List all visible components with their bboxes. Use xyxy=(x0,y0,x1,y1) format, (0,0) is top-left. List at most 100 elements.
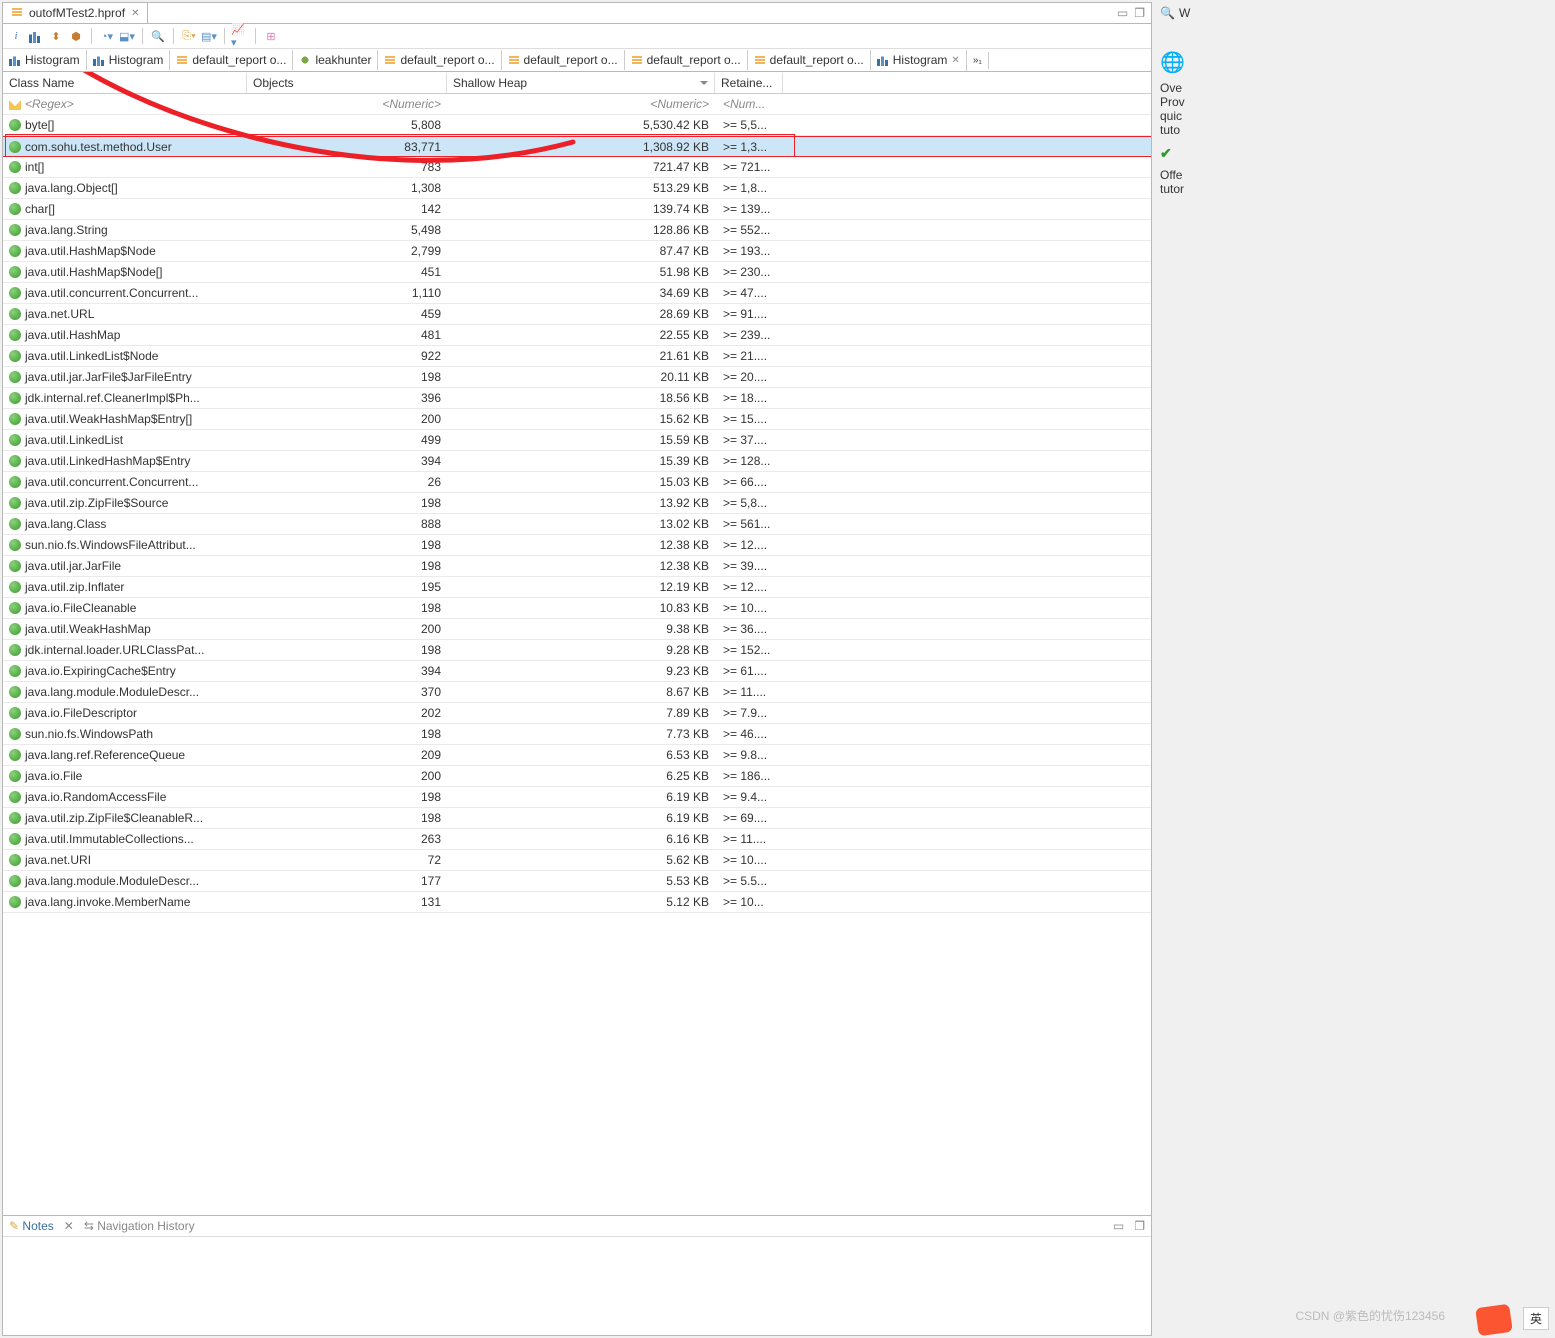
table-row[interactable]: java.io.FileDescriptor2027.89 KB>= 7.9..… xyxy=(3,703,1151,724)
objects-value: 202 xyxy=(247,704,447,722)
maximize-icon[interactable]: ❐ xyxy=(1134,6,1145,20)
grid-icon[interactable]: ⊞ xyxy=(262,27,280,45)
search-icon[interactable]: 🔍 xyxy=(149,27,167,45)
notes-body[interactable] xyxy=(3,1236,1151,1335)
copy-icon[interactable]: ⎘▾ xyxy=(180,27,198,45)
col-retained[interactable]: Retaine... xyxy=(715,73,783,93)
class-name: int[] xyxy=(25,160,44,174)
close-icon[interactable]: ✕ xyxy=(951,55,959,66)
table-row[interactable]: java.net.URI725.62 KB>= 10.... xyxy=(3,850,1151,871)
col-objects[interactable]: Objects xyxy=(247,73,447,93)
chart-icon[interactable]: 📈▾ xyxy=(231,27,249,45)
close-icon[interactable]: ✕ xyxy=(131,8,139,19)
table-row[interactable]: java.lang.Class88813.02 KB>= 561... xyxy=(3,514,1151,535)
table-row[interactable]: java.util.WeakHashMap2009.38 KB>= 36.... xyxy=(3,619,1151,640)
table-row[interactable]: java.lang.module.ModuleDescr...1775.53 K… xyxy=(3,871,1151,892)
retained-value: >= 10... xyxy=(715,893,783,911)
minimize-icon[interactable]: ▭ xyxy=(1117,6,1128,20)
table-row[interactable]: java.util.jar.JarFile$JarFileEntry19820.… xyxy=(3,367,1151,388)
globe-icon[interactable]: 🌐 xyxy=(1160,50,1185,75)
table-body[interactable]: <Regex> <Numeric> <Numeric> <Num... byte… xyxy=(3,94,1151,1215)
table-row[interactable]: byte[]5,8085,530.42 KB>= 5,5... xyxy=(3,115,1151,136)
class-name: java.util.zip.ZipFile$CleanableR... xyxy=(25,811,203,825)
ime-indicator[interactable]: 英 xyxy=(1523,1307,1549,1330)
class-name: java.lang.ref.ReferenceQueue xyxy=(25,748,185,762)
col-shallow[interactable]: Shallow Heap xyxy=(447,73,715,93)
table-row[interactable]: java.util.LinkedHashMap$Entry39415.39 KB… xyxy=(3,451,1151,472)
retained-value: >= 5,5... xyxy=(715,116,783,134)
tab-leakhunter[interactable]: leakhunter xyxy=(293,50,378,70)
class-icon xyxy=(9,141,21,153)
table-row[interactable]: java.util.HashMap$Node[]45151.98 KB>= 23… xyxy=(3,262,1151,283)
table-row[interactable]: java.util.zip.Inflater19512.19 KB>= 12..… xyxy=(3,577,1151,598)
tab-default-report-o-[interactable]: default_report o... xyxy=(378,50,501,70)
page-icon[interactable]: ▤▾ xyxy=(200,27,218,45)
class-name: java.util.LinkedList xyxy=(25,433,123,447)
table-row[interactable]: java.util.LinkedList$Node92221.61 KB>= 2… xyxy=(3,346,1151,367)
tree-icon[interactable]: ⬍ xyxy=(47,27,65,45)
table-row[interactable]: java.lang.String5,498128.86 KB>= 552... xyxy=(3,220,1151,241)
class-icon xyxy=(9,833,21,845)
tab-histogram[interactable]: Histogram xyxy=(3,50,87,70)
table-row[interactable]: java.lang.ref.ReferenceQueue2096.53 KB>=… xyxy=(3,745,1151,766)
table-row[interactable]: java.util.HashMap$Node2,79987.47 KB>= 19… xyxy=(3,241,1151,262)
retained-value: >= 20.... xyxy=(715,368,783,386)
tab-label: default_report o... xyxy=(400,53,494,67)
table-row[interactable]: java.util.ImmutableCollections...2636.16… xyxy=(3,829,1151,850)
table-row[interactable]: java.lang.invoke.MemberName1315.12 KB>= … xyxy=(3,892,1151,913)
retained-value: >= 552... xyxy=(715,221,783,239)
retained-value: >= 128... xyxy=(715,452,783,470)
pie-icon[interactable]: ◔▾ xyxy=(98,27,116,45)
objects-value: 209 xyxy=(247,746,447,764)
search-icon[interactable]: 🔍 xyxy=(1160,6,1175,20)
table-row[interactable]: java.lang.Object[]1,308513.29 KB>= 1,8..… xyxy=(3,178,1151,199)
tab-default-report-o-[interactable]: default_report o... xyxy=(170,50,293,70)
retained-value: >= 39.... xyxy=(715,557,783,575)
tab-default-report-o-[interactable]: default_report o... xyxy=(748,50,871,70)
table-row[interactable]: java.io.FileCleanable19810.83 KB>= 10...… xyxy=(3,598,1151,619)
table-row[interactable]: jdk.internal.ref.CleanerImpl$Ph...39618.… xyxy=(3,388,1151,409)
table-row[interactable]: java.util.jar.JarFile19812.38 KB>= 39...… xyxy=(3,556,1151,577)
tabs-overflow[interactable]: »₁ xyxy=(967,52,989,69)
tabs-bar: HistogramHistogramdefault_report o...lea… xyxy=(3,49,1151,72)
tab-histogram[interactable]: Histogram xyxy=(87,50,171,70)
info-icon[interactable]: i xyxy=(7,27,25,45)
tab-histogram[interactable]: Histogram ✕ xyxy=(871,50,967,72)
stack-icon[interactable]: ⬓▾ xyxy=(118,27,136,45)
dominator-icon[interactable]: ⬢ xyxy=(67,27,85,45)
table-row[interactable]: java.util.zip.ZipFile$Source19813.92 KB>… xyxy=(3,493,1151,514)
notes-tab[interactable]: ✎ Notes xyxy=(9,1219,54,1233)
file-tab[interactable]: outofMTest2.hprof ✕ xyxy=(3,3,148,23)
notes-close-icon[interactable]: ✕ xyxy=(64,1219,74,1233)
col-classname[interactable]: Class Name xyxy=(3,73,247,93)
tab-default-report-o-[interactable]: default_report o... xyxy=(625,50,748,70)
nav-history-tab[interactable]: ⇆ Navigation History xyxy=(84,1219,195,1233)
table-row[interactable]: sun.nio.fs.WindowsPath1987.73 KB>= 46...… xyxy=(3,724,1151,745)
shallow-value: 721.47 KB xyxy=(447,158,715,176)
histogram-icon[interactable] xyxy=(27,27,45,45)
table-row[interactable]: sun.nio.fs.WindowsFileAttribut...19812.3… xyxy=(3,535,1151,556)
objects-value: 198 xyxy=(247,368,447,386)
table-row[interactable]: char[]142139.74 KB>= 139... xyxy=(3,199,1151,220)
table-row[interactable]: java.util.LinkedList49915.59 KB>= 37.... xyxy=(3,430,1151,451)
class-name: java.lang.Class xyxy=(25,517,106,531)
table-row[interactable]: java.io.File2006.25 KB>= 186... xyxy=(3,766,1151,787)
table-row[interactable]: int[]783721.47 KB>= 721... xyxy=(3,157,1151,178)
table-row[interactable]: jdk.internal.loader.URLClassPat...1989.2… xyxy=(3,640,1151,661)
objects-value: 72 xyxy=(247,851,447,869)
minimize-icon[interactable]: ▭ xyxy=(1113,1219,1124,1233)
objects-value: 198 xyxy=(247,557,447,575)
table-row[interactable]: java.util.zip.ZipFile$CleanableR...1986.… xyxy=(3,808,1151,829)
table-row[interactable]: java.util.concurrent.Concurrent...2615.0… xyxy=(3,472,1151,493)
regex-filter-row[interactable]: <Regex> <Numeric> <Numeric> <Num... xyxy=(3,94,1151,115)
table-row[interactable]: java.io.RandomAccessFile1986.19 KB>= 9.4… xyxy=(3,787,1151,808)
table-row[interactable]: com.sohu.test.method.User83,7711,308.92 … xyxy=(3,136,1151,157)
table-row[interactable]: java.net.URL45928.69 KB>= 91.... xyxy=(3,304,1151,325)
table-row[interactable]: java.lang.module.ModuleDescr...3708.67 K… xyxy=(3,682,1151,703)
table-row[interactable]: java.util.concurrent.Concurrent...1,1103… xyxy=(3,283,1151,304)
tab-default-report-o-[interactable]: default_report o... xyxy=(502,50,625,70)
table-row[interactable]: java.io.ExpiringCache$Entry3949.23 KB>= … xyxy=(3,661,1151,682)
maximize-icon[interactable]: ❐ xyxy=(1134,1219,1145,1233)
table-row[interactable]: java.util.WeakHashMap$Entry[]20015.62 KB… xyxy=(3,409,1151,430)
table-row[interactable]: java.util.HashMap48122.55 KB>= 239... xyxy=(3,325,1151,346)
